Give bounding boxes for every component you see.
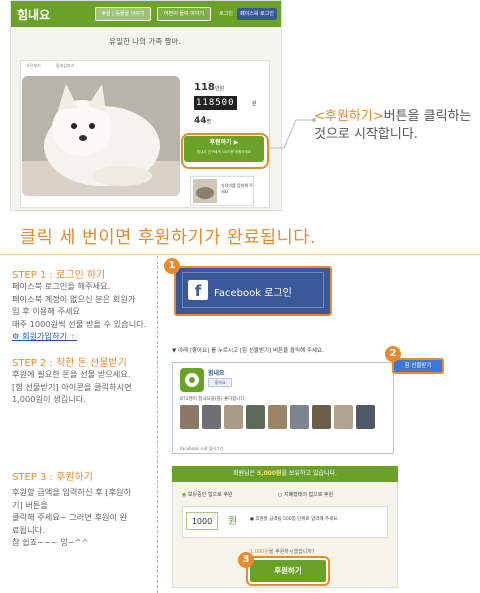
fan-avatar[interactable] xyxy=(224,405,243,429)
signup-link[interactable]: ⚙ 회원가입하기 ☜ xyxy=(12,330,157,343)
step3-line: 참 쉽죠~~~ 잉~^^ xyxy=(12,537,89,547)
step1-title: STEP 1 : 로그인 하기 xyxy=(12,270,106,281)
site-logo: 힘내요 xyxy=(17,8,51,22)
section-divider xyxy=(0,254,480,255)
fan-avatar[interactable] xyxy=(334,405,353,429)
step3-body: 후원할 금액을 입력하신 후 [후원하 기] 버튼을 클릭해 주세요~ 그러면 … xyxy=(12,486,152,549)
step3-line: 후원할 금액을 입력하신 후 [후원하 xyxy=(12,487,132,497)
step2-body: 후원에 필요한 돈을 선물 받으세요. [힘 선물받기] 아이콘을 클릭하시면 … xyxy=(12,368,157,406)
amount-hint: ● 후원할 금액을 500힘 단위로 입력해 주세요. xyxy=(250,516,339,522)
callout-highlight: <후원하기> xyxy=(314,109,384,124)
step1-line: 입 후 이용해 주세요 xyxy=(12,306,81,316)
step-badge-2: 2 xyxy=(385,346,401,362)
facebook-icon: f xyxy=(188,280,208,300)
donate-button[interactable]: 후원하기 ▶ xyxy=(184,136,264,162)
signup-icon: ⚙ xyxy=(12,331,22,341)
tab-photos[interactable]: 사진보기 xyxy=(26,63,41,69)
form-balance-header: 회원님은 5,000원을 보유하고 있습니다. xyxy=(172,466,398,482)
step-badge-1: 1 xyxy=(164,258,180,274)
nav-donate[interactable]: 후원 | 동물을 이야기 xyxy=(95,7,151,21)
step2-line: 1,000원이 생깁니다. xyxy=(12,394,86,404)
step3-title: STEP 3 : 후원하기 xyxy=(12,472,93,483)
facebook-login-label: Facebook 로그인 xyxy=(214,288,292,299)
callout-text: <후원하기>버튼을 클릭하는 것으로 시작합니다. xyxy=(314,108,474,144)
widget-logo-icon xyxy=(180,368,204,392)
nav-stories[interactable]: 어떤이 들여 이야기 xyxy=(157,7,211,21)
radio-owned-funds[interactable]: ◉ 보유중인 힘으로 후원 xyxy=(182,491,233,498)
fan-avatar[interactable] xyxy=(356,405,375,429)
fb-login-small-button[interactable]: 페이스북 로그인 xyxy=(237,8,277,20)
fan-avatar[interactable] xyxy=(202,405,221,429)
counter-unit: 원 xyxy=(252,101,257,107)
fan-avatar[interactable] xyxy=(246,405,265,429)
related-thumbnail[interactable]: 사랑이를 응원해 주세요 xyxy=(190,176,254,206)
gift-receive-button[interactable]: 힘 선물받기 xyxy=(392,358,444,374)
tab-videos[interactable]: 동영상보기 xyxy=(56,63,74,69)
signup-link-label: 회원가입하기 ☜ xyxy=(21,331,78,341)
balance-suffix: 을 보유하고 있습니다. xyxy=(281,470,337,477)
final-donate-button[interactable]: 후원하기 xyxy=(250,560,326,582)
amount-hint-text: 후원할 금액을 500힘 단위로 입력해 주세요. xyxy=(255,517,339,522)
step2-line: [힘 선물받기] 아이콘을 클릭하시면 xyxy=(12,381,132,392)
step1-line: 페이스북 로그인을 해주세요. xyxy=(12,281,111,291)
fan-avatar[interactable] xyxy=(268,405,287,429)
widget-footer: Facebook 소셜 플러그인 xyxy=(180,446,224,451)
step2-title: STEP 2 : 착한 돈 선물받기 xyxy=(12,358,127,369)
balance-prefix: 회원님은 xyxy=(233,470,256,477)
radio-bill-funds[interactable]: ○ 지폐형태의 힘으로 후원 xyxy=(278,491,333,498)
step-badge-3: 3 xyxy=(238,552,254,568)
step3-line: 기] 버튼을 xyxy=(12,499,48,510)
callout-arrow-icon xyxy=(268,118,316,149)
supporter-count: 44명 xyxy=(194,116,212,126)
confirm-amount: 1,000원 xyxy=(250,549,269,555)
widget-fan-count: 872명이 힘내요을(를) 좋아합니다. xyxy=(180,397,247,402)
currency-unit: 원 xyxy=(228,516,238,527)
amount-counter: 118500 xyxy=(194,96,237,110)
radio-owned-label: 보유중인 힘으로 후원 xyxy=(187,492,233,498)
page-slogan: 유일한 나의 가족 짱아. xyxy=(109,37,181,46)
puppy-photo xyxy=(22,76,180,196)
step1-body: 페이스북 로그인을 해주세요. 페이스북 계정이 없으신 분은 회원가 입 후 … xyxy=(12,280,157,343)
step1-line: 페이스북 계정이 없으신 분은 회원가 xyxy=(12,293,136,304)
widget-page-name[interactable]: 힘내요 xyxy=(208,368,225,377)
donate-button-subtext: 힘내요 친구에게 1000원 후원하세요 xyxy=(196,150,252,154)
step1-line: 매주 1000원씩 선물 받을 수 있습니다. xyxy=(12,318,147,329)
site-header: 힘내요 후원 | 동물을 이야기 어떤이 들여 이야기 로그인 페이스북 로그인 xyxy=(11,1,281,27)
confirm-question: 1,000원을 후원하시겠습니까? xyxy=(250,548,315,555)
step2-instruction: ▼ 아래 [좋아요] 를 누르시고 [힘 선물받기] 버튼을 클릭해 주세요. xyxy=(172,348,324,354)
radio-bill-label: 지폐형태의 힘으로 후원 xyxy=(283,492,334,498)
step3-line: 료됩니다. xyxy=(12,524,45,535)
fan-avatar[interactable] xyxy=(312,405,331,429)
step2-line: 후원에 필요한 돈을 선물 받으세요. xyxy=(12,369,131,379)
widget-like-button[interactable]: 좋아요 xyxy=(208,378,232,387)
thumb-caption: 사랑이를 응원해 주세요 xyxy=(221,183,253,194)
fan-avatar[interactable] xyxy=(180,405,199,429)
balance-amount: 5,000원 xyxy=(257,470,282,477)
total-amount: 118만원 xyxy=(194,82,225,93)
fan-avatar[interactable] xyxy=(290,405,309,429)
step3-line: 클릭해 주세요~ 그러면 후원이 완 xyxy=(12,512,128,522)
column-divider xyxy=(157,256,158,593)
confirm-rest: 을 후원하시겠습니까? xyxy=(268,549,315,555)
page-headline: 클릭 세 번이면 후원하기가 완료됩니다. xyxy=(20,228,316,248)
login-link[interactable]: 로그인 xyxy=(217,8,235,20)
donation-amount-input[interactable]: 1000 xyxy=(186,512,218,530)
